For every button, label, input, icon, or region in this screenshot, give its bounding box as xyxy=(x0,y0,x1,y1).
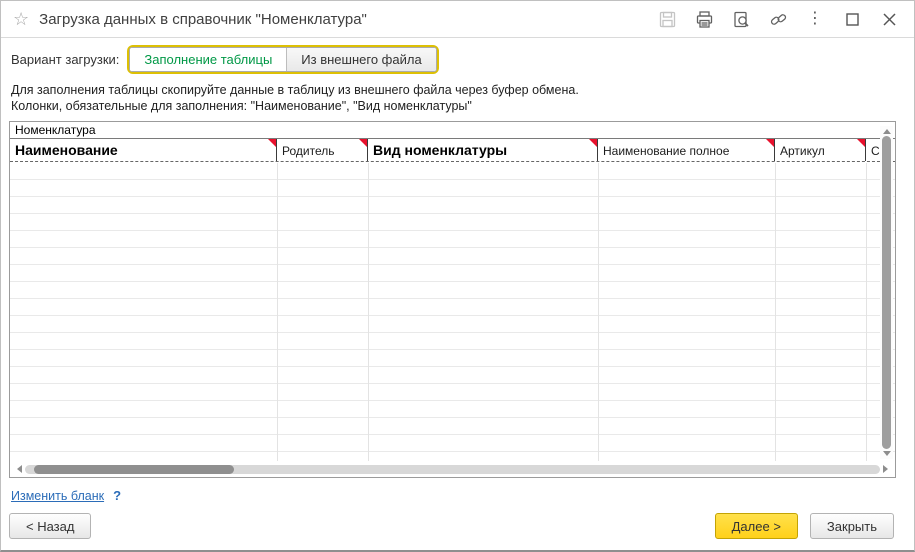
required-marker xyxy=(857,139,865,147)
page-title: Загрузка данных в справочник "Номенклату… xyxy=(39,11,367,28)
table-row[interactable] xyxy=(10,299,895,316)
nomenclature-grid: Номенклатура НаименованиеРодительВид ном… xyxy=(9,121,896,478)
grid-header-row: НаименованиеРодительВид номенклатурыНаим… xyxy=(10,139,895,162)
required-marker xyxy=(268,139,276,147)
table-row[interactable] xyxy=(10,197,895,214)
table-row[interactable] xyxy=(10,214,895,231)
next-button[interactable]: Далее > xyxy=(715,513,798,539)
maximize-icon[interactable] xyxy=(841,8,863,30)
horizontal-scroll-thumb[interactable] xyxy=(34,465,235,474)
hint-text: Для заполнения таблицы скопируйте данные… xyxy=(1,79,914,114)
hint-line-1: Для заполнения таблицы скопируйте данные… xyxy=(11,82,904,98)
dialog-window: ☆ Загрузка данных в справочник "Номенкла… xyxy=(0,0,915,552)
table-row[interactable] xyxy=(10,418,895,435)
hint-line-2: Колонки, обязательные для заполнения: "Н… xyxy=(11,98,904,114)
scroll-right-icon[interactable] xyxy=(883,465,888,473)
table-row[interactable] xyxy=(10,367,895,384)
variant-option-1[interactable]: Заполнение таблицы xyxy=(130,48,286,71)
grid-column-divider xyxy=(368,163,369,461)
table-row[interactable] xyxy=(10,435,895,452)
table-row[interactable] xyxy=(10,316,895,333)
column-header[interactable]: Вид номенклатуры xyxy=(368,139,598,161)
horizontal-scroll-track[interactable] xyxy=(25,465,880,474)
more-menu-icon[interactable]: ⋮ xyxy=(804,8,826,30)
load-variant-focus-ring: Заполнение таблицыИз внешнего файла xyxy=(127,45,438,74)
grid-group-header: Номенклатура xyxy=(10,122,895,139)
load-variant-switch: Заполнение таблицыИз внешнего файла xyxy=(129,47,436,72)
column-header[interactable]: Наименование xyxy=(10,139,277,161)
table-row[interactable] xyxy=(10,265,895,282)
back-button[interactable]: < Назад xyxy=(9,513,91,539)
link-icon[interactable] xyxy=(767,8,789,30)
table-row[interactable] xyxy=(10,282,895,299)
scroll-left-icon[interactable] xyxy=(17,465,22,473)
required-marker xyxy=(766,139,774,147)
table-row[interactable] xyxy=(10,384,895,401)
table-row[interactable] xyxy=(10,248,895,265)
grid-column-divider xyxy=(598,163,599,461)
column-header[interactable]: Артикул xyxy=(775,139,866,161)
print-preview-icon[interactable] xyxy=(730,8,752,30)
load-variant-label: Вариант загрузки: xyxy=(11,52,119,67)
footer-buttons: < Назад Далее > Закрыть xyxy=(9,513,894,539)
help-link[interactable]: ? xyxy=(113,488,121,503)
table-row[interactable] xyxy=(10,180,895,197)
close-icon[interactable] xyxy=(878,8,900,30)
grid-column-divider xyxy=(277,163,278,461)
grid-column-divider xyxy=(866,163,867,461)
vertical-scroll-thumb[interactable] xyxy=(882,136,891,449)
column-header[interactable]: Родитель xyxy=(277,139,368,161)
variant-option-2[interactable]: Из внешнего файла xyxy=(286,48,435,71)
titlebar-actions: ⋮ xyxy=(656,8,900,30)
horizontal-scrollbar[interactable] xyxy=(12,462,893,476)
load-variant-row: Вариант загрузки: Заполнение таблицыИз в… xyxy=(1,38,914,79)
vertical-scrollbar[interactable] xyxy=(880,126,893,459)
titlebar: ☆ Загрузка данных в справочник "Номенкла… xyxy=(1,1,914,38)
column-header[interactable]: Наименование полное xyxy=(598,139,775,161)
table-row[interactable] xyxy=(10,333,895,350)
favorite-star-icon[interactable]: ☆ xyxy=(13,10,29,28)
edit-form-link[interactable]: Изменить бланк xyxy=(11,489,104,503)
grid-column-divider xyxy=(775,163,776,461)
footer-link-row: Изменить бланк ? xyxy=(11,488,121,503)
close-button[interactable]: Закрыть xyxy=(810,513,894,539)
grid-body xyxy=(10,163,895,461)
table-row[interactable] xyxy=(10,163,895,180)
required-marker xyxy=(359,139,367,147)
required-marker xyxy=(589,139,597,147)
table-row[interactable] xyxy=(10,350,895,367)
table-row[interactable] xyxy=(10,231,895,248)
scroll-down-icon[interactable] xyxy=(883,451,891,456)
save-icon[interactable] xyxy=(656,8,678,30)
table-row[interactable] xyxy=(10,401,895,418)
scroll-up-icon[interactable] xyxy=(883,129,891,134)
print-icon[interactable] xyxy=(693,8,715,30)
